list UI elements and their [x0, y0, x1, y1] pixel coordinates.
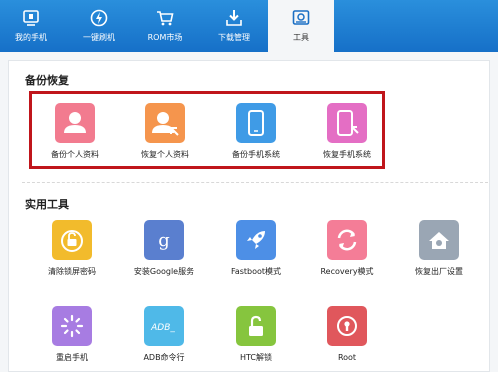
tile-backup-phone-system[interactable]: 备份手机系统: [211, 103, 301, 173]
nav-tab-tools[interactable]: 工具: [268, 0, 334, 52]
rocket-icon: [236, 220, 276, 260]
adb-terminal-icon: ADB_: [144, 306, 184, 346]
tile-htc-unlock[interactable]: HTC解锁: [211, 306, 301, 372]
tile-backup-personal-data[interactable]: 备份个人资料: [30, 103, 120, 173]
tile-restore-phone-system[interactable]: 恢复手机系统: [302, 103, 392, 173]
tile-adb-command-line[interactable]: ADB_ ADB命令行: [119, 306, 209, 372]
tile-recovery-mode[interactable]: Recovery模式: [302, 220, 392, 290]
tile-install-google-services[interactable]: g 安装Google服务: [119, 220, 209, 290]
download-tray-icon: [224, 8, 244, 28]
restart-loader-icon: [52, 306, 92, 346]
factory-home-icon: [419, 220, 459, 260]
nav-tab-label: ROM市场: [147, 33, 183, 42]
nav-tab-label: 下载管理: [218, 33, 250, 42]
user-backup-icon: [55, 103, 95, 143]
lightning-refresh-icon: [89, 8, 109, 28]
tile-label: 恢复手机系统: [323, 150, 371, 159]
toolbox-icon: [291, 8, 311, 28]
root-keyhole-icon: [327, 306, 367, 346]
phone-backup-icon: [236, 103, 276, 143]
google-icon: g: [144, 220, 184, 260]
nav-tab-label: 一键刷机: [83, 33, 115, 42]
user-restore-icon: [145, 103, 185, 143]
unlock-screen-icon: [52, 220, 92, 260]
nav-tab-rom-market[interactable]: ROM市场: [134, 0, 196, 52]
tile-fastboot-mode[interactable]: Fastboot模式: [211, 220, 301, 290]
tile-clear-lock-password[interactable]: 清除锁屏密码: [27, 220, 117, 290]
tile-restart-phone[interactable]: 重启手机: [27, 306, 117, 372]
phone-restore-icon: [327, 103, 367, 143]
section-title-backup: 备份恢复: [25, 74, 69, 87]
htc-unlock-icon: [236, 306, 276, 346]
tile-restore-personal-data[interactable]: 恢复个人资料: [120, 103, 210, 173]
nav-tab-label: 工具: [293, 33, 309, 42]
svg-text:g: g: [158, 230, 170, 251]
section-divider: [22, 182, 488, 183]
nav-tab-one-click-flash[interactable]: 一键刷机: [68, 0, 130, 52]
nav-tab-my-phone[interactable]: 我的手机: [0, 0, 62, 52]
tile-root[interactable]: Root: [302, 306, 392, 372]
top-navigation-bar: 我的手机 一键刷机 ROM市场 下载管理 工具: [0, 0, 498, 52]
section-title-tools: 实用工具: [25, 198, 69, 211]
nav-tab-label: 我的手机: [15, 33, 47, 42]
tile-factory-reset[interactable]: 恢复出厂设置: [394, 220, 484, 290]
tile-label: 恢复出厂设置: [415, 267, 463, 276]
shopping-cart-icon: [155, 8, 175, 28]
nav-tab-download-manager[interactable]: 下载管理: [202, 0, 266, 52]
recovery-arrows-icon: [327, 220, 367, 260]
phone-monitor-icon: [21, 8, 41, 28]
tile-label: Root: [337, 353, 357, 362]
svg-text:ADB_: ADB_: [150, 323, 175, 333]
